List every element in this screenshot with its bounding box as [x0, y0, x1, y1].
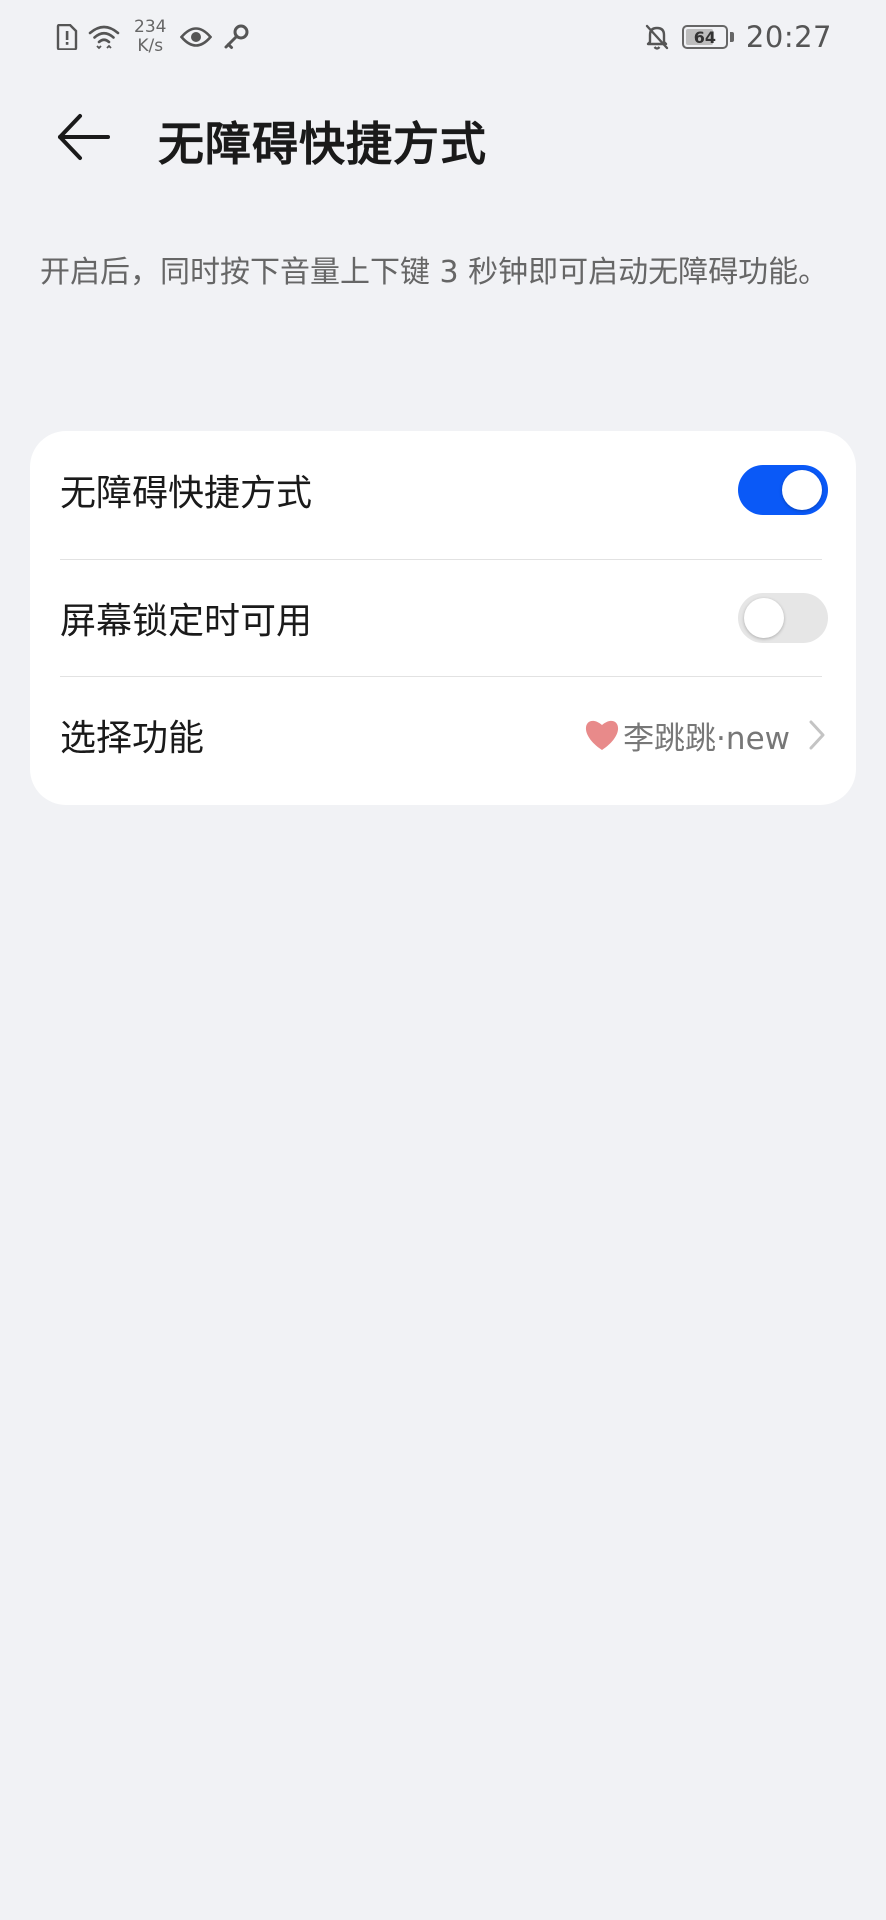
wifi-icon	[88, 24, 120, 50]
shortcut-row[interactable]: 无障碍快捷方式	[30, 431, 856, 549]
back-arrow-icon	[56, 112, 112, 166]
eye-icon	[180, 26, 213, 48]
toggle-knob	[744, 598, 784, 638]
toggle-knob	[782, 470, 822, 510]
page-title: 无障碍快捷方式	[158, 117, 487, 171]
screen: 234 K/s 64 20:27 无障碍快捷方式 开启后，同时按下音量上下键 3…	[0, 0, 886, 1920]
settings-card: 无障碍快捷方式 屏幕锁定时可用 选择功能 李跳跳·new	[30, 431, 856, 805]
select-function-label: 选择功能	[60, 718, 205, 759]
shortcut-toggle[interactable]	[738, 465, 828, 515]
status-bar: 234 K/s 64 20:27	[0, 0, 886, 76]
speed-unit: K/s	[137, 36, 164, 56]
lock-screen-label: 屏幕锁定时可用	[60, 601, 313, 642]
status-right: 64 20:27	[644, 14, 832, 60]
lock-screen-row[interactable]: 屏幕锁定时可用	[30, 559, 856, 677]
battery-tip	[729, 32, 734, 42]
clock: 20:27	[745, 20, 832, 54]
chevron-right-icon	[808, 719, 826, 751]
battery-icon: 64	[681, 25, 728, 49]
description-text: 开启后，同时按下音量上下键 3 秒钟即可启动无障碍功能。	[40, 255, 829, 290]
network-speed: 234 K/s	[134, 18, 166, 56]
battery-level: 64	[693, 27, 717, 47]
lock-screen-toggle[interactable]	[738, 593, 828, 643]
speed-value: 234	[134, 17, 167, 37]
key-icon	[222, 23, 250, 51]
select-function-row[interactable]: 选择功能 李跳跳·new	[30, 676, 856, 794]
selected-function: 李跳跳·new	[583, 713, 790, 758]
sim-alert-icon	[56, 24, 78, 50]
status-left: 234 K/s	[56, 14, 250, 60]
bell-off-icon	[644, 23, 670, 51]
shortcut-label: 无障碍快捷方式	[60, 473, 313, 514]
heart-icon	[583, 718, 621, 752]
selected-function-value: 李跳跳·new	[623, 720, 790, 757]
back-button[interactable]	[56, 112, 122, 166]
